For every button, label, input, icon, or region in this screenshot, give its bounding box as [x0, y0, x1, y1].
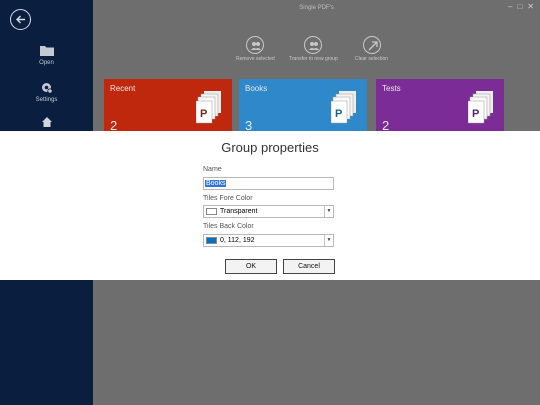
group-tile-recent[interactable]: Recent 2 P	[104, 79, 232, 133]
back-arrow-icon	[16, 15, 25, 24]
sidebar-item-label: Open	[39, 60, 54, 66]
name-field-value: Books	[205, 180, 227, 187]
group-tile-tests[interactable]: Tests 2 P	[376, 79, 504, 133]
svg-text:P: P	[200, 108, 207, 120]
tile-count: 2	[110, 118, 118, 133]
tile-name: Recent	[110, 84, 136, 93]
group-properties-dialog: Group properties Name Books Tiles Fore C…	[0, 131, 540, 280]
pdf-stack-icon: P	[196, 91, 221, 124]
clear-selection-icon	[368, 41, 378, 51]
remove-users-icon	[251, 42, 262, 50]
settings-gear-icon	[42, 83, 53, 94]
folder-icon	[39, 46, 54, 56]
chevron-down-icon[interactable]: ▼	[324, 206, 333, 217]
cancel-button[interactable]: Cancel	[283, 259, 335, 274]
chevron-down-icon[interactable]: ▼	[324, 235, 333, 246]
sidebar-item-open[interactable]: Open	[0, 44, 93, 76]
fore-color-value: Transparent	[220, 208, 258, 215]
back-color-select[interactable]: 0, 112, 192 ▼	[203, 234, 334, 247]
window-title: Single PDF's	[299, 5, 334, 11]
dialog-title: Group properties	[221, 140, 319, 155]
sidebar-item-label: Settings	[35, 97, 58, 103]
back-color-label: Tiles Back Color	[203, 223, 254, 230]
group-tile-books[interactable]: Books 3 P	[239, 79, 367, 133]
transfer-users-icon	[309, 42, 320, 50]
maximize-icon[interactable]: □	[517, 3, 522, 11]
pdf-stack-icon: P	[468, 91, 493, 124]
color-swatch	[206, 208, 217, 215]
home-icon	[41, 117, 52, 127]
tile-count: 2	[382, 118, 390, 133]
remove-selected-button[interactable]: Remove selected	[236, 36, 275, 62]
fore-color-select[interactable]: Transparent ▼	[203, 205, 334, 218]
svg-text:P: P	[472, 108, 479, 120]
back-color-value: 0, 112, 192	[220, 237, 255, 244]
tile-name: Books	[245, 84, 268, 93]
color-swatch	[206, 237, 217, 244]
fore-color-label: Tiles Fore Color	[203, 195, 253, 202]
back-button[interactable]	[10, 9, 31, 30]
name-label: Name	[203, 166, 222, 173]
clear-selection-button[interactable]: Clear selection	[355, 36, 388, 62]
ok-button[interactable]: OK	[225, 259, 277, 274]
tile-count: 3	[245, 118, 253, 133]
sidebar-item-settings[interactable]: Settings	[0, 81, 93, 113]
name-field[interactable]: Books	[203, 177, 334, 190]
window-controls: – □ ✕	[508, 3, 534, 11]
pdf-stack-icon: P	[331, 91, 356, 124]
transfer-to-new-group-button[interactable]: Transfer to new group	[289, 36, 338, 62]
svg-text:P: P	[335, 108, 342, 120]
minimize-icon[interactable]: –	[508, 3, 512, 11]
close-icon[interactable]: ✕	[527, 3, 534, 11]
tile-name: Tests	[382, 84, 401, 93]
